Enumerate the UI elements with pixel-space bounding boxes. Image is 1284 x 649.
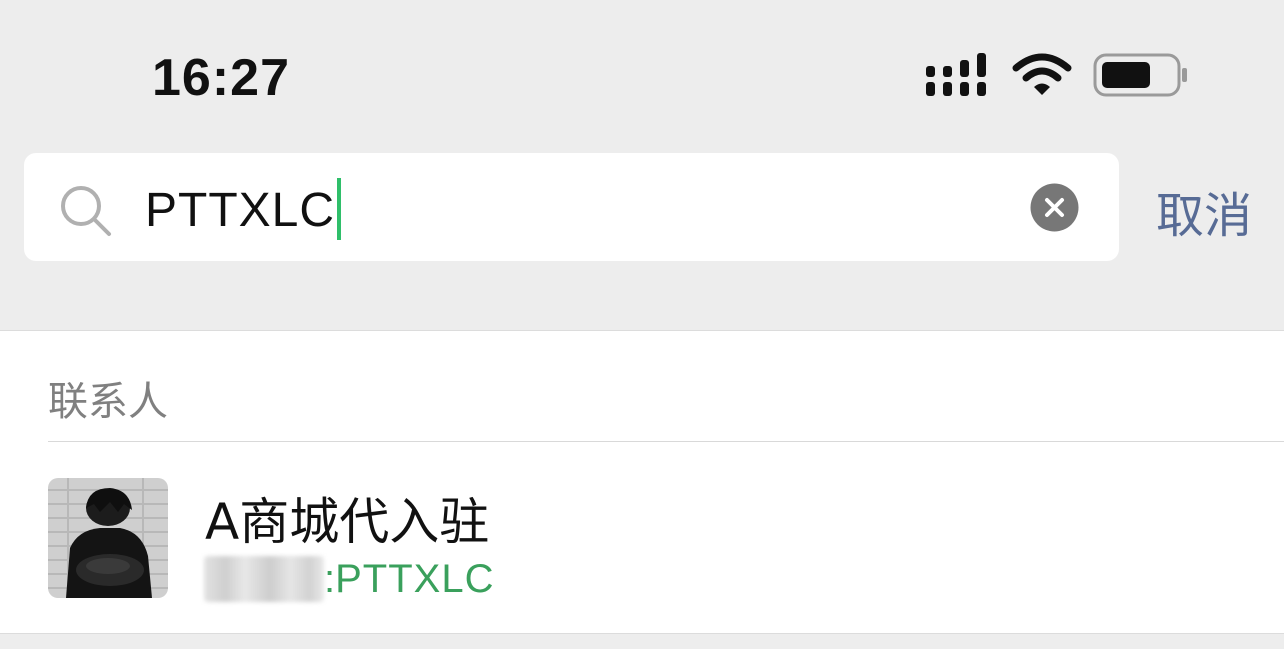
section-header-contacts: 联系人 (48, 379, 168, 425)
search-input-text: PTTXLC (145, 184, 336, 237)
clear-icon[interactable] (1030, 183, 1079, 236)
cancel-button[interactable]: 取消 (1156, 176, 1252, 246)
wifi-icon (1012, 52, 1072, 102)
results-panel: 联系人 A商城代入驻: PTTXLC (0, 330, 1284, 634)
search-screen: 16:27 PTTXLC 取消 联系人 A商城代入驻: PTTXLC (0, 0, 1284, 649)
battery-icon (1093, 52, 1189, 102)
matched-text: PTTXLC (335, 556, 495, 601)
signal-icon (924, 52, 992, 102)
status-time: 16:27 (152, 49, 290, 107)
avatar (48, 478, 168, 598)
bottom-divider (0, 633, 1284, 649)
search-icon (56, 181, 114, 243)
text-caret (337, 178, 342, 240)
blurred-field-label (204, 556, 324, 602)
status-bar: 16:27 (0, 0, 1284, 150)
contact-name: A商城代入驻 (205, 493, 490, 551)
contact-match-detail: : PTTXLC (204, 554, 494, 604)
search-input[interactable]: PTTXLC (145, 178, 342, 241)
contact-result-row[interactable]: A商城代入驻 : PTTXLC (0, 442, 1284, 634)
detail-separator: : (324, 556, 336, 601)
